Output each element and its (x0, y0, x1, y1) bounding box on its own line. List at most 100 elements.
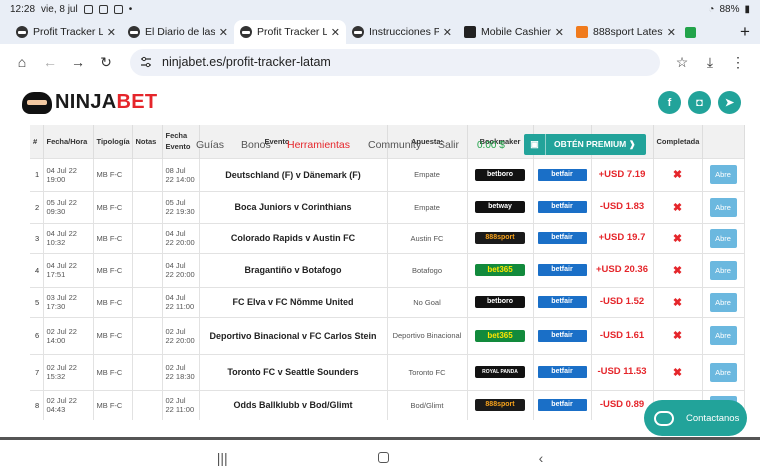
not-completed-icon[interactable]: ✖ (673, 233, 682, 245)
exchange-logo: betfair (537, 232, 587, 244)
ninjabet-favicon-icon (352, 26, 364, 38)
menu-kebab-icon[interactable]: ⋮ (724, 48, 752, 76)
exchange-logo: betfair (537, 201, 587, 213)
cell-tipologia: MB F-C (93, 222, 133, 253)
not-completed-icon[interactable]: ✖ (673, 169, 682, 181)
table-row: 4 04 Jul 22 17:51 MB F-C 04 Jul 22 20:00 Bra… (30, 252, 745, 287)
back-arrow-icon[interactable]: ‹ (539, 450, 544, 466)
site-settings-icon[interactable] (140, 56, 152, 68)
cell-fecha-hora: 02 Jul 22 04:43 (43, 389, 94, 420)
row-number: 8 (30, 389, 44, 420)
site-header: NINJA BET f ◘ ➤ (0, 80, 760, 124)
date: vie, 8 jul (41, 3, 78, 15)
cell-fecha-evento: 02 Jul 22 18:30 (162, 353, 200, 390)
exchange-logo: betfair (537, 366, 587, 378)
back-icon[interactable]: ← (36, 48, 64, 76)
home-icon[interactable]: ⌂ (8, 48, 36, 76)
cell-fecha-evento: 04 Jul 22 11:00 (162, 286, 200, 317)
browser-tab[interactable]: Mobile Cashier ✕ (458, 20, 570, 44)
not-completed-icon[interactable]: ✖ (673, 202, 682, 214)
balance: 0.00 $ (477, 140, 505, 151)
abre-button[interactable]: Abre (709, 362, 737, 382)
cell-bookmaker: 888sport (467, 389, 534, 420)
address-bar[interactable]: ninjabet.es/profit-tracker-latam (130, 48, 660, 76)
browser-toolbar: ⌂ ← → ↻ ninjabet.es/profit-tracker-latam… (0, 44, 760, 80)
nav-herramientas[interactable]: Herramientas (287, 139, 350, 151)
table-row: 6 02 Jul 22 14:00 MB F-C 02 Jul 22 20:00 Dep… (30, 316, 745, 354)
facebook-icon[interactable]: f (658, 91, 681, 114)
cell-evento: Colorado Rapids v Austin FC (199, 222, 388, 253)
not-completed-icon[interactable]: ✖ (673, 297, 682, 309)
cell-fecha-hora: 02 Jul 22 15:32 (43, 353, 94, 390)
cell-completada: ✖ (653, 286, 703, 317)
tab-label: El Diario de las C (145, 26, 215, 38)
chat-icon (654, 410, 674, 426)
cell-notas (132, 316, 163, 354)
abre-button[interactable]: Abre (709, 165, 737, 184)
status-dot: • (128, 3, 133, 15)
bookmaker-logo: betway (475, 201, 525, 213)
abre-button[interactable]: Abre (709, 292, 737, 312)
tab-close-icon[interactable]: ✕ (443, 26, 452, 39)
clock: 12:28 (10, 3, 36, 15)
notification-icon (83, 4, 93, 14)
nav-guias[interactable]: Guías (196, 139, 224, 151)
tab-close-icon[interactable]: ✕ (331, 26, 340, 39)
telegram-icon[interactable]: ➤ (718, 91, 741, 114)
tab-close-icon[interactable]: ✕ (555, 26, 564, 39)
contact-chat-button[interactable]: Contactanos (644, 400, 747, 436)
cell-completada: ✖ (653, 353, 703, 390)
abre-button[interactable]: Abre (709, 260, 737, 280)
forward-icon[interactable]: → (64, 48, 92, 76)
row-number: 6 (30, 316, 44, 354)
abre-button[interactable]: Abre (709, 197, 737, 217)
reload-icon[interactable]: ↻ (92, 48, 120, 76)
tab-label: Profit Tracker La (257, 26, 327, 38)
extra-tab[interactable] (682, 20, 698, 44)
cell-fecha-hora: 05 Jul 22 09:30 (43, 190, 94, 223)
tab-close-icon[interactable]: ✕ (219, 26, 228, 39)
browser-tab[interactable]: Profit Tracker La ✕ (10, 20, 122, 44)
nav-community[interactable]: Community (368, 139, 421, 151)
wifi-icon: ◔ (708, 3, 715, 15)
new-tab-button[interactable]: + (730, 20, 760, 44)
cell-fecha-evento: 05 Jul 22 19:30 (162, 190, 200, 223)
cell-fecha-hora: 02 Jul 22 14:00 (43, 316, 94, 354)
not-completed-icon[interactable]: ✖ (673, 367, 682, 379)
browser-tab[interactable]: El Diario de las C ✕ (122, 20, 234, 44)
cell-fecha-evento: 04 Jul 22 20:00 (162, 252, 200, 287)
recents-icon[interactable]: ||| (217, 450, 228, 466)
cell-fecha-hora: 04 Jul 22 10:32 (43, 222, 94, 253)
nav-salir[interactable]: Salir (438, 139, 459, 151)
bookmaker-logo: betboro (475, 168, 525, 181)
tab-close-icon[interactable]: ✕ (107, 26, 116, 39)
cell-exchange: betfair (533, 353, 592, 390)
not-completed-icon[interactable]: ✖ (673, 330, 682, 342)
browser-tab[interactable]: Instrucciones Pr ✕ (346, 20, 458, 44)
site-nav: Guías Bonos Herramientas Community Salir… (0, 136, 760, 152)
premium-button[interactable]: ▣ OBTÉN PREMIUM ❱ (524, 134, 646, 155)
tab-close-icon[interactable]: ✕ (667, 26, 676, 39)
abre-button[interactable]: Abre (709, 228, 737, 248)
table-row: 1 04 Jul 22 19:00 MB F-C 08 Jul 22 14:00 Deu… (30, 157, 745, 191)
download-icon[interactable]: ⤓ (696, 48, 724, 76)
cell-evento: Deportivo Binacional v FC Carlos Stein (199, 316, 388, 354)
tab-label: Mobile Cashier (481, 26, 551, 38)
abre-button[interactable]: Abre (709, 326, 737, 345)
cell-fecha-evento: 02 Jul 22 11:00 (162, 389, 200, 420)
browser-tab[interactable]: 888sport Latest ✕ (570, 20, 682, 44)
bookmark-star-icon[interactable]: ☆ (668, 48, 696, 76)
cell-exchange: betfair (533, 286, 592, 317)
browser-tab[interactable]: Profit Tracker La ✕ (234, 20, 346, 44)
cell-completada: ✖ (653, 157, 703, 191)
cell-notas (132, 286, 163, 317)
cell-accion: Abre (702, 353, 745, 390)
bookmaker-logo: bet365 (475, 329, 525, 342)
nav-bonos[interactable]: Bonos (241, 139, 271, 151)
battery-icon: ▮ (744, 3, 750, 15)
cell-evento: Bragantiño v Botafogo (199, 252, 388, 287)
ninjabet-logo[interactable]: NINJA BET (22, 91, 157, 114)
not-completed-icon[interactable]: ✖ (673, 265, 682, 277)
instagram-icon[interactable]: ◘ (688, 91, 711, 114)
home-button-icon[interactable] (377, 452, 389, 463)
